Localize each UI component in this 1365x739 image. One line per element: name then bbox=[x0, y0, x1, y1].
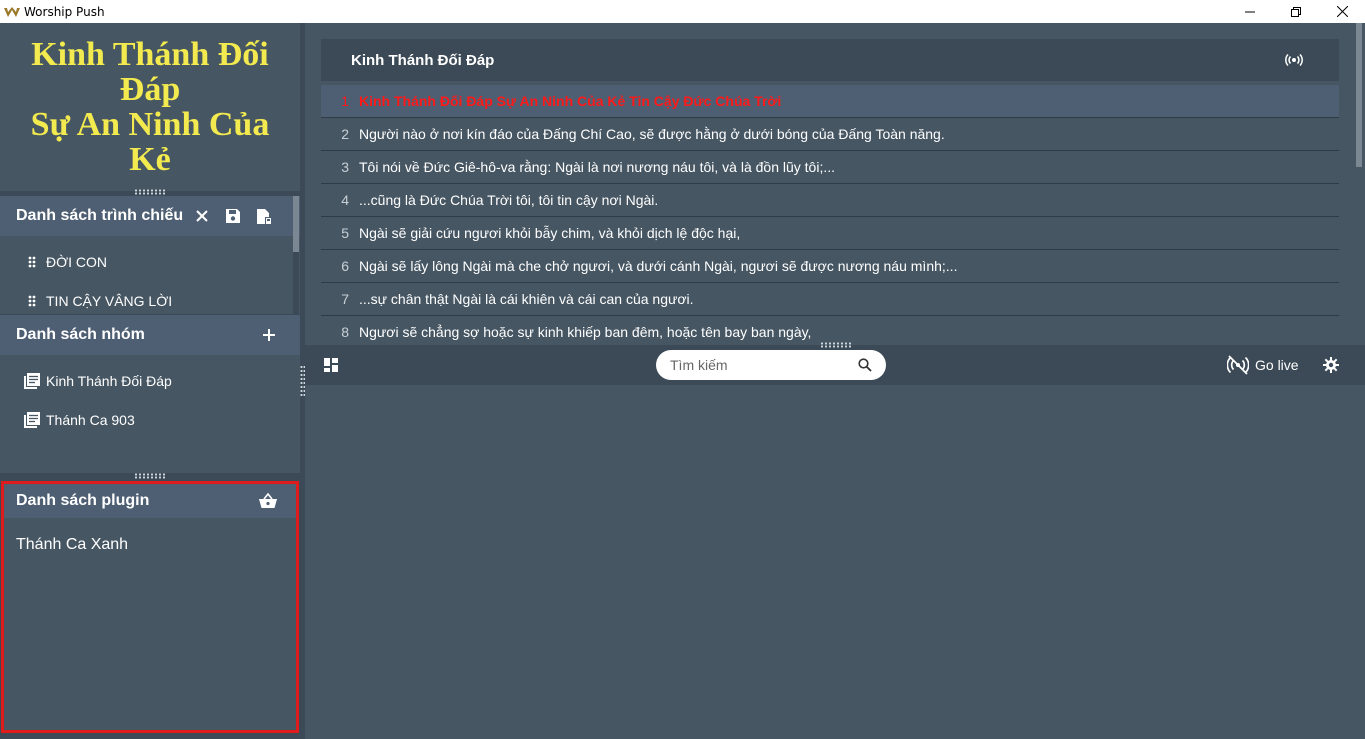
layout-toggle-button[interactable] bbox=[321, 355, 341, 375]
song-title-line: Đáp bbox=[119, 71, 181, 108]
dashboard-icon bbox=[324, 358, 338, 372]
close-window-button[interactable] bbox=[1319, 0, 1365, 23]
playlist-list: ĐỜI CON TIN CẬY VÂNG LỜI bbox=[0, 236, 300, 314]
verse-text: Ngài sẽ lấy lông Ngài mà che chở ngươi, … bbox=[359, 258, 958, 274]
broadcast-icon bbox=[1285, 54, 1303, 66]
live-off-icon bbox=[1227, 355, 1249, 375]
group-item[interactable]: Thánh Ca 903 bbox=[0, 405, 290, 435]
playlist-item-label: TIN CẬY VÂNG LỜI bbox=[46, 293, 173, 309]
verse-text: Kinh Thánh Đối Đáp Sự An Ninh Của Kẻ Tin… bbox=[359, 93, 782, 109]
song-title-line: Sự An Ninh Của bbox=[30, 106, 270, 143]
verse-number: 3 bbox=[341, 159, 349, 175]
playlist-title: Danh sách trình chiếu bbox=[16, 207, 184, 224]
verse-row[interactable]: 1 Kinh Thánh Đối Đáp Sự An Ninh Của Kẻ Ti… bbox=[321, 85, 1339, 118]
playlist-item[interactable]: ĐỜI CON bbox=[0, 247, 290, 277]
scrollbar-thumb[interactable] bbox=[1356, 23, 1362, 167]
verse-text: ...sự chân thật Ngài là cái khiên và cái… bbox=[359, 291, 694, 307]
close-icon bbox=[196, 210, 208, 222]
scrollbar-thumb[interactable] bbox=[293, 196, 299, 252]
groups-header: Danh sách nhóm bbox=[0, 315, 300, 355]
verse-row[interactable]: 6 Ngài sẽ lấy lông Ngài mà che chở ngươi,… bbox=[321, 250, 1339, 283]
gear-icon bbox=[1323, 357, 1339, 373]
resize-handle[interactable] bbox=[134, 473, 166, 479]
verse-list-title: Kinh Thánh Đối Đáp bbox=[351, 51, 495, 69]
verse-number: 4 bbox=[341, 192, 349, 208]
verse-number: 6 bbox=[341, 258, 349, 274]
save-icon bbox=[226, 209, 240, 223]
restore-button[interactable] bbox=[1273, 0, 1319, 23]
plus-icon bbox=[263, 329, 275, 341]
go-live-button[interactable]: Go live bbox=[1227, 354, 1299, 376]
app-logo-icon bbox=[4, 6, 20, 17]
verse-number: 5 bbox=[341, 225, 349, 241]
group-item[interactable]: Kinh Thánh Đối Đáp bbox=[0, 366, 290, 396]
verse-text: ...cũng là Đức Chúa Trời tôi, tôi tin cậ… bbox=[359, 192, 659, 208]
resize-handle[interactable] bbox=[820, 342, 852, 348]
playlist-header: Danh sách trình chiếu bbox=[0, 196, 300, 236]
verse-number: 8 bbox=[341, 324, 349, 340]
verse-row[interactable]: 3 Tôi nói về Đức Giê-hô-va rằng: Ngài là … bbox=[321, 151, 1339, 184]
library-icon bbox=[24, 412, 40, 428]
verse-row[interactable]: 5 Ngài sẽ giải cứu ngươi khỏi bẫy chim, v… bbox=[321, 217, 1339, 250]
search-icon[interactable] bbox=[858, 358, 872, 372]
verse-panel: Kinh Thánh Đối Đáp 1 Kinh Thánh Đối Đáp S… bbox=[321, 39, 1339, 345]
verse-number: 1 bbox=[341, 93, 349, 109]
search-input[interactable] bbox=[670, 357, 850, 373]
basket-icon bbox=[259, 493, 277, 508]
bottom-toolbar: Go live bbox=[305, 345, 1365, 385]
song-title-panel: Kinh Thánh Đối Đáp Sự An Ninh Của Kẻ bbox=[0, 23, 300, 191]
main-area: Kinh Thánh Đối Đáp 1 Kinh Thánh Đối Đáp S… bbox=[305, 23, 1365, 739]
playlist-scrollbar[interactable] bbox=[293, 196, 299, 314]
window-title: Worship Push bbox=[24, 4, 105, 19]
restore-icon bbox=[1291, 6, 1301, 17]
close-icon bbox=[1336, 6, 1348, 17]
add-group-button[interactable] bbox=[259, 325, 279, 345]
verse-header: Kinh Thánh Đối Đáp bbox=[321, 39, 1339, 81]
verse-text: Ngươi sẽ chẳng sợ hoặc sự kinh khiếp ban… bbox=[359, 324, 812, 340]
plugin-panel: Danh sách plugin Thánh Ca Xanh bbox=[1, 481, 299, 733]
save-playlist-button[interactable] bbox=[223, 206, 243, 226]
verse-row[interactable]: 2 Người nào ở nơi kín đáo của Đấng Chí Ca… bbox=[321, 118, 1339, 151]
verse-text: Ngài sẽ giải cứu ngươi khỏi bẫy chim, và… bbox=[359, 225, 741, 241]
verse-row[interactable]: 4 ...cũng là Đức Chúa Trời tôi, tôi tin c… bbox=[321, 184, 1339, 217]
settings-button[interactable] bbox=[1321, 355, 1341, 375]
plugin-store-button[interactable] bbox=[258, 491, 278, 511]
group-item-label: Thánh Ca 903 bbox=[46, 412, 135, 428]
groups-title: Danh sách nhóm bbox=[16, 326, 145, 343]
song-title-line: Kinh Thánh Đối bbox=[31, 36, 269, 73]
library-icon bbox=[24, 373, 40, 389]
save-as-playlist-button[interactable] bbox=[254, 206, 274, 226]
minimize-button[interactable] bbox=[1227, 0, 1273, 23]
clear-playlist-button[interactable] bbox=[192, 206, 212, 226]
plugins-title: Danh sách plugin bbox=[16, 492, 150, 509]
verse-row[interactable]: 8 Ngươi sẽ chẳng sợ hoặc sự kinh khiếp ba… bbox=[321, 316, 1339, 345]
playlist-item-label: ĐỜI CON bbox=[46, 254, 108, 270]
groups-list: Kinh Thánh Đối Đáp Thánh Ca 903 bbox=[0, 355, 300, 473]
verse-number: 7 bbox=[341, 291, 349, 307]
go-live-label: Go live bbox=[1255, 357, 1299, 373]
drag-handle-icon[interactable] bbox=[24, 256, 40, 268]
file-save-icon bbox=[257, 208, 271, 224]
resize-handle[interactable] bbox=[134, 189, 166, 195]
verse-scrollbar[interactable] bbox=[1354, 23, 1362, 345]
group-item-label: Kinh Thánh Đối Đáp bbox=[46, 373, 172, 389]
plugins-header: Danh sách plugin bbox=[4, 484, 296, 518]
verse-row[interactable]: 7 ...sự chân thật Ngài là cái khiên và cá… bbox=[321, 283, 1339, 316]
plugin-item[interactable]: Thánh Ca Xanh bbox=[16, 536, 128, 554]
minimize-icon bbox=[1245, 11, 1255, 12]
verse-number: 2 bbox=[341, 126, 349, 142]
verse-text: Tôi nói về Đức Giê-hô-va rằng: Ngài là n… bbox=[359, 159, 836, 175]
playlist-item[interactable]: TIN CẬY VÂNG LỜI bbox=[0, 286, 290, 316]
drag-handle-icon[interactable] bbox=[24, 295, 40, 307]
window-titlebar: Worship Push bbox=[0, 0, 1365, 23]
verse-text: Người nào ở nơi kín đáo của Đấng Chí Cao… bbox=[359, 126, 945, 142]
search-box bbox=[656, 350, 886, 380]
song-title-line: Kẻ bbox=[129, 141, 171, 178]
broadcast-button[interactable] bbox=[1284, 50, 1304, 70]
song-title: Kinh Thánh Đối Đáp Sự An Ninh Của Kẻ bbox=[15, 37, 285, 177]
